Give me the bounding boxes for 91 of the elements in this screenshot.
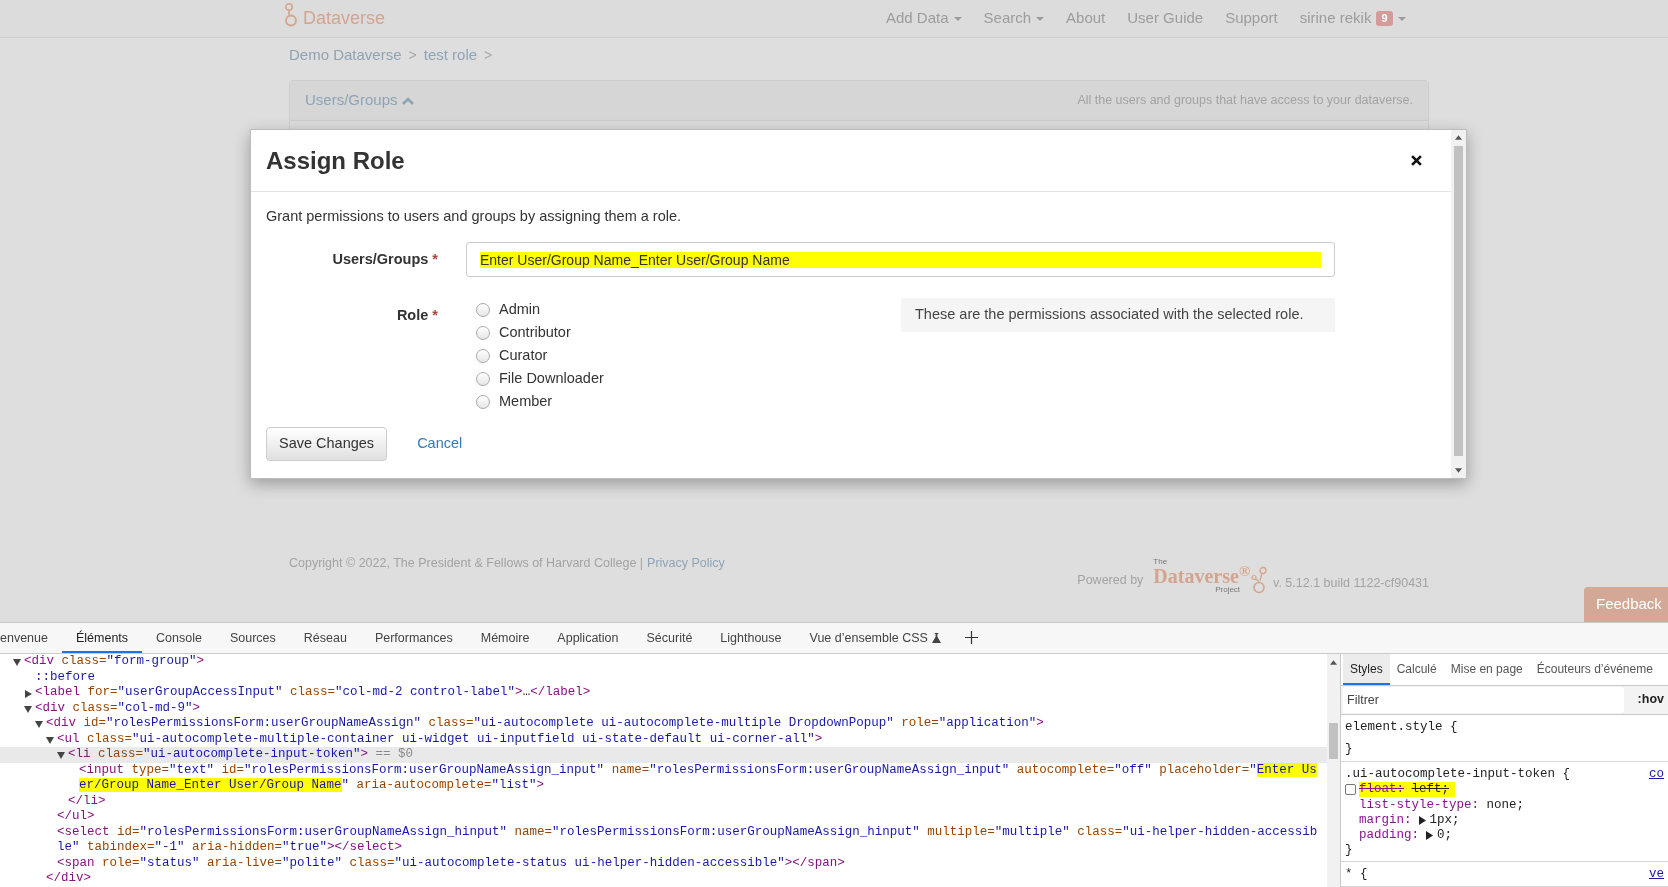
circles-icon — [1251, 566, 1268, 594]
breadcrumb-separator: > — [484, 45, 493, 65]
intro-text: Grant permissions to users and groups by assigning them a role. — [266, 207, 683, 226]
devtools-tab[interactable]: Mémoire — [466, 623, 544, 653]
source-link[interactable]: co — [1649, 767, 1664, 782]
radio-option[interactable]: Member — [476, 390, 901, 413]
code-line: <li class="ui-autocomplete-input-token"> == $0 — [68, 747, 415, 763]
devtools-tab[interactable]: Éléments — [61, 623, 143, 653]
checkbox[interactable] — [1345, 784, 1356, 796]
logo-wordmark: Dataverse$^{®}$ — [1153, 566, 1251, 586]
scroll-down-icon[interactable] — [1455, 468, 1462, 473]
styles-tab[interactable]: Mise en page — [1443, 654, 1530, 685]
logo-caption: Project — [1215, 586, 1241, 594]
count-badge: 9 — [1376, 11, 1393, 26]
css-value: 1px; — [1429, 812, 1460, 828]
code-line: <ul class="ui-autocomplete-multiple-container ui-widget ui-inputfield ui-state-default ui-corner-all"> — [57, 731, 824, 747]
devtools-tab[interactable]: Réseau — [289, 623, 361, 653]
styles-tab[interactable]: Écouteurs d’événeme — [1529, 654, 1660, 685]
radio-button[interactable] — [476, 325, 490, 340]
radio-button[interactable] — [476, 302, 490, 317]
radio-option[interactable]: File Downloader — [476, 367, 901, 390]
permissions-note: These are the permissions associated with the selected role. — [901, 298, 1335, 332]
expand-triangle-icon[interactable] — [35, 721, 43, 728]
logo-caption: The — [1153, 558, 1168, 566]
copyright-text: Copyright © 2022, The President & Fellows of Harvard College | — [289, 555, 644, 572]
source-link[interactable]: ve — [1649, 867, 1664, 882]
scroll-up-icon[interactable] — [1330, 660, 1337, 665]
css-value: 0; — [1437, 827, 1453, 843]
close-icon[interactable] — [1411, 155, 1422, 166]
collapse-triangle-icon[interactable] — [25, 690, 32, 698]
styles-tab[interactable]: Styles — [1343, 654, 1390, 685]
code-line: <span role="status" aria-live="polite" class="ui-autocomplete-status ui-helper-hidden-accessible"></span> — [57, 855, 846, 871]
css-value: none; — [1486, 797, 1525, 813]
expand-triangle-icon[interactable] — [1426, 830, 1433, 840]
scrollbar[interactable] — [1327, 654, 1340, 887]
scrollbar-thumb[interactable] — [1454, 146, 1463, 456]
input-field[interactable]: Enter User/Group Name_Enter User/Group Name — [466, 242, 1335, 277]
devtools-tab[interactable]: Console — [142, 623, 216, 653]
css-selector: * { — [1345, 867, 1368, 882]
code-line: <div class="form-group"> — [24, 654, 206, 670]
expand-triangle-icon[interactable] — [13, 659, 21, 666]
radio-button[interactable] — [476, 348, 490, 363]
css-selector: element.style { — [1345, 719, 1458, 735]
devtools-tab[interactable]: Application — [543, 623, 633, 653]
css-property: padding: — [1359, 827, 1419, 843]
code-line: <label for="userGroupAccessInput" class="col-md-2 control-label">…</label> — [35, 685, 592, 701]
code-line: <select id="rolesPermissionsForm:userGroupNameAssign_hinput" name="rolesPermissionsForm:userGroupNameAssign_hinput" multiple="multiple" class="ui-helper-hidden-accessible" tabindex="-1" aria-hidden="true"></select> — [57, 824, 1319, 856]
expand-triangle-icon[interactable] — [1418, 815, 1426, 825]
css-property: margin: — [1359, 812, 1412, 828]
modal-title: Assign Role — [266, 145, 405, 176]
css-property: list-style-type: — [1359, 797, 1480, 813]
scrollbar-thumb[interactable] — [1329, 723, 1338, 759]
field-label: Users/Groups * — [332, 251, 438, 267]
save-button[interactable]: Save Changes — [266, 427, 388, 461]
code-line: ::before — [35, 669, 96, 685]
code-line: <div id="rolesPermissionsForm:userGroupNameAssign" class="ui-autocomplete ui-autocomplete-multiple DropdownPopup" role="application"> — [46, 716, 1045, 732]
field-label: Role * — [396, 307, 438, 323]
radio-option[interactable]: Curator — [476, 344, 901, 367]
selected-row[interactable]: <li class="ui-autocomplete-input-token"> == $0 — [0, 747, 1327, 763]
hov-toggle[interactable]: :hov — [1637, 690, 1664, 710]
version-text: v. 5.12.1 build 1122-cf90431 — [1273, 574, 1429, 592]
devtools-tab[interactable]: Sources — [215, 623, 290, 653]
devtools-tab[interactable]: Lighthouse — [706, 623, 796, 653]
radio-option[interactable]: Contributor — [476, 321, 901, 344]
code-line: <div class="col-md-9"> — [35, 700, 202, 716]
closing-brace: } — [1345, 842, 1354, 858]
expand-triangle-icon[interactable] — [24, 705, 32, 713]
expand-triangle-icon[interactable] — [46, 736, 54, 744]
expand-triangle-icon[interactable] — [57, 752, 65, 759]
radio-button[interactable] — [476, 371, 490, 386]
breadcrumb-separator: > — [408, 45, 417, 65]
devtools-tab[interactable]: Vue d’ensemble CSS — [795, 623, 955, 653]
cancel-link[interactable]: Cancel — [417, 433, 463, 455]
scroll-up-icon[interactable] — [1455, 135, 1462, 140]
code-line: </ul> — [57, 809, 96, 825]
styles-tab[interactable]: Calculé — [1389, 654, 1444, 685]
css-selector: .ui-autocomplete-input-token { — [1345, 767, 1571, 782]
css-value: left; — [1411, 782, 1450, 798]
devtools-tab[interactable]: Sécurité — [632, 623, 707, 653]
devtools-tab[interactable]: envenue — [0, 623, 62, 653]
devtools-tab[interactable]: Performances — [360, 623, 467, 653]
scrollbar[interactable] — [1451, 130, 1466, 478]
css-property: float: — [1359, 782, 1404, 798]
powered-by-text: Powered by — [1077, 571, 1144, 589]
radio-button[interactable] — [476, 394, 490, 409]
radio-option[interactable]: Admin — [476, 298, 901, 321]
code-line: </li> — [68, 793, 107, 809]
code-line: </div> — [46, 871, 92, 887]
plus-icon[interactable] — [964, 631, 978, 644]
filter-field[interactable]: Filtrer — [1343, 686, 1624, 713]
closing-brace: } — [1345, 742, 1354, 758]
